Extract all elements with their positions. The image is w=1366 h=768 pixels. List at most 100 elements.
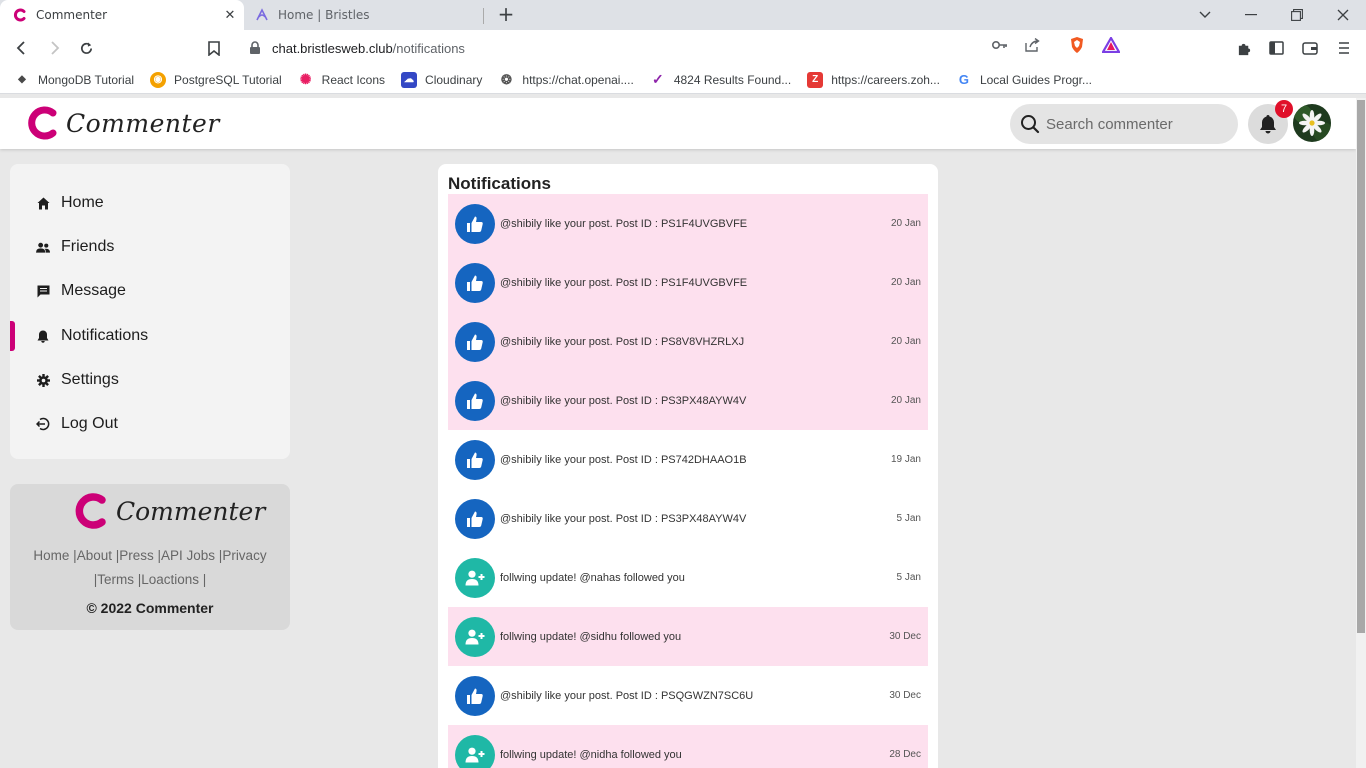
brave-rewards-icon[interactable]	[1102, 36, 1120, 54]
sidebar-item-home[interactable]: Home	[10, 185, 290, 221]
notifications-panel: Notifications @shibily like your post. P…	[438, 164, 938, 768]
commenter-logo-icon	[28, 106, 57, 140]
sidebar-nav: Home Friends Message Notifications Setti…	[10, 164, 290, 459]
bookmark-mongodb[interactable]: ◆ MongoDB Tutorial	[14, 72, 134, 88]
sidebar-item-logout[interactable]: Log Out	[10, 406, 290, 442]
tab-commenter[interactable]: Commenter ✕	[0, 0, 244, 30]
bookmark-results[interactable]: ✓ 4824 Results Found...	[650, 71, 791, 88]
brave-shield-icon[interactable]	[1068, 36, 1086, 54]
thumbs-up-icon	[455, 262, 495, 303]
commenter-logo-icon	[75, 493, 106, 529]
notification-date: 20 Jan	[890, 218, 921, 229]
tab-search-chevron-icon[interactable]	[1182, 0, 1228, 30]
key-icon[interactable]	[991, 36, 1009, 54]
copyright-text: © 2022 Commenter	[86, 600, 214, 616]
bristles-favicon-icon	[254, 7, 270, 23]
notification-item[interactable]: @shibily like your post. Post ID : PS8V8…	[448, 312, 928, 371]
notification-date: 30 Dec	[889, 690, 921, 701]
notification-item[interactable]: @shibily like your post. Post ID : PS1F4…	[448, 194, 928, 253]
lock-icon	[250, 41, 260, 54]
notification-text: @shibily like your post. Post ID : PS1F4…	[500, 217, 748, 230]
extensions-puzzle-icon[interactable]	[1232, 36, 1256, 60]
notification-text: @shibily like your post. Post ID : PSQGW…	[500, 689, 754, 702]
bell-icon	[1260, 115, 1276, 134]
bookmark-react-icons[interactable]: ✺ React Icons	[298, 71, 385, 88]
footer-link-press[interactable]: Press	[119, 548, 154, 563]
gear-icon	[36, 373, 50, 387]
notification-item[interactable]: follwing update! @nahas followed you 5 Ja…	[448, 548, 928, 607]
tab-title: Home | Bristles	[278, 8, 370, 22]
notification-text: @shibily like your post. Post ID : PS3PX…	[500, 394, 747, 407]
tab-bristles[interactable]: Home | Bristles	[246, 0, 484, 30]
bookmark-postgresql[interactable]: ◉ PostgreSQL Tutorial	[150, 71, 282, 88]
wallet-icon[interactable]	[1298, 36, 1322, 60]
tab-title: Commenter	[36, 8, 108, 22]
share-icon[interactable]	[1023, 36, 1041, 54]
page-viewport: Commenter 7	[0, 98, 1356, 768]
sidebar-item-message[interactable]: Message	[10, 273, 290, 309]
notification-item[interactable]: @shibily like your post. Post ID : PS1F4…	[448, 253, 928, 312]
notification-date: 20 Jan	[890, 277, 921, 288]
sidebar-item-friends[interactable]: Friends	[10, 229, 290, 265]
footer-link-api-jobs[interactable]: API Jobs	[161, 548, 215, 563]
search-icon	[1021, 115, 1040, 134]
notification-text: @shibily like your post. Post ID : PS3PX…	[500, 512, 747, 525]
back-button[interactable]	[10, 36, 34, 60]
footer-link-locations[interactable]: Loactions	[141, 572, 199, 587]
new-tab-button[interactable]: +	[495, 4, 517, 26]
home-icon	[36, 196, 50, 210]
thumbs-up-icon	[455, 675, 495, 716]
notification-item[interactable]: @shibily like your post. Post ID : PS3PX…	[448, 371, 928, 430]
notification-item[interactable]: follwing update! @nidha followed you 28 D…	[448, 725, 928, 768]
notification-text: @shibily like your post. Post ID : PS1F4…	[500, 276, 748, 289]
bookmark-star-icon[interactable]	[202, 36, 226, 60]
bell-icon	[36, 329, 50, 343]
url-text[interactable]: chat.bristlesweb.club/notifications	[272, 41, 465, 56]
notification-date: 20 Jan	[890, 395, 921, 406]
bookmark-cloudinary[interactable]: ☁ Cloudinary	[401, 71, 482, 88]
search-input[interactable]	[1046, 115, 1226, 133]
notification-item[interactable]: follwing update! @sidhu followed you 30 D…	[448, 607, 928, 666]
notification-text: @shibily like your post. Post ID : PS8V8…	[500, 335, 745, 348]
reload-button[interactable]	[74, 36, 98, 60]
sidebar-item-notifications[interactable]: Notifications	[10, 318, 290, 354]
footer-link-terms[interactable]: Terms	[97, 572, 134, 587]
notification-text: follwing update! @nidha followed you	[500, 748, 682, 761]
menu-icon[interactable]	[1332, 36, 1356, 60]
thumbs-up-icon	[455, 203, 495, 244]
notification-item[interactable]: @shibily like your post. Post ID : PS3PX…	[448, 489, 928, 548]
browser-toolbar: chat.bristlesweb.club/notifications	[0, 30, 1366, 66]
bookmark-zoho[interactable]: Z https://careers.zoh...	[807, 71, 940, 88]
bookmark-openai[interactable]: ❂ https://chat.openai....	[498, 71, 634, 88]
scrollbar-thumb[interactable]	[1357, 100, 1365, 633]
user-avatar[interactable]	[1293, 104, 1331, 142]
footer-link-about[interactable]: About	[77, 548, 112, 563]
footer-link-privacy[interactable]: Privacy	[222, 548, 266, 563]
search-box[interactable]	[1010, 104, 1238, 144]
message-icon	[36, 284, 50, 298]
notification-text: follwing update! @sidhu followed you	[500, 630, 682, 643]
mongodb-icon: ◆	[18, 74, 26, 85]
notification-item[interactable]: @shibily like your post. Post ID : PSQGW…	[448, 666, 928, 725]
sidebar-toggle-icon[interactable]	[1264, 36, 1288, 60]
restore-button[interactable]	[1274, 0, 1320, 30]
forward-button[interactable]	[42, 36, 66, 60]
notification-date: 28 Dec	[889, 749, 921, 760]
notification-date: 30 Dec	[889, 631, 921, 642]
close-window-button[interactable]	[1320, 0, 1366, 30]
minimize-button[interactable]	[1228, 0, 1274, 30]
postgresql-icon: ◉	[150, 71, 167, 88]
sidebar-item-settings[interactable]: Settings	[10, 362, 290, 398]
notification-text: @shibily like your post. Post ID : PS742…	[500, 453, 747, 466]
page-scrollbar[interactable]	[1356, 98, 1366, 768]
footer-link-home[interactable]: Home	[33, 548, 69, 563]
notification-text: follwing update! @nahas followed you	[500, 571, 685, 584]
bookmark-local-guides[interactable]: G Local Guides Progr...	[956, 72, 1092, 88]
browser-tab-strip: Commenter ✕ Home | Bristles +	[0, 0, 1366, 30]
add-user-icon	[455, 557, 495, 598]
openai-icon: ❂	[500, 71, 512, 87]
notification-item[interactable]: @shibily like your post. Post ID : PS742…	[448, 430, 928, 489]
google-icon: G	[958, 72, 969, 87]
site-logo[interactable]: Commenter	[26, 106, 220, 140]
close-tab-icon[interactable]: ✕	[222, 7, 238, 23]
